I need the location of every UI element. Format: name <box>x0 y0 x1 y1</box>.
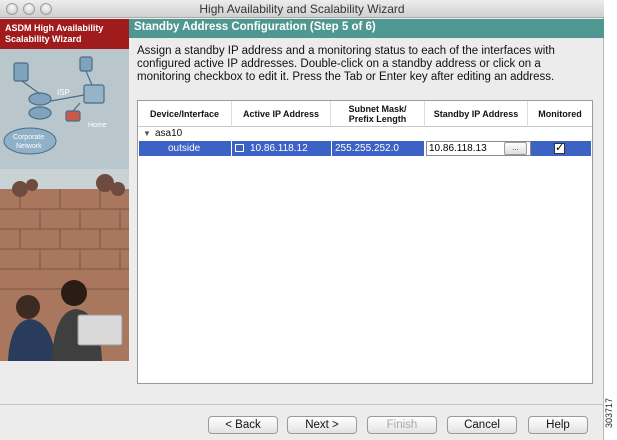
figure-id: 303717 <box>604 398 617 438</box>
interface-name[interactable]: outside <box>139 141 231 156</box>
figure-id-text: 303717 <box>604 398 614 429</box>
monitored-checkbox[interactable]: ✓ <box>554 143 565 154</box>
step-header: Standby Address Configuration (Step 5 of… <box>129 19 604 38</box>
expand-triangle-icon[interactable]: ▼ <box>143 129 151 138</box>
column-subnet-line2: Prefix Length <box>348 114 407 124</box>
standby-ip-edit-button[interactable]: ... <box>504 142 527 155</box>
active-ip-value: 10.86.118.12 <box>250 143 308 154</box>
table-header: Device/Interface Active IP Address Subne… <box>138 101 592 127</box>
finish-button[interactable]: Finish <box>367 416 437 434</box>
device-group-row[interactable]: ▼ asa10 <box>138 128 592 141</box>
sidebar-heading-line2: Scalability Wizard <box>5 34 82 44</box>
button-divider <box>0 404 604 405</box>
window-title: High Availability and Scalability Wizard <box>199 2 405 16</box>
interface-icon <box>235 144 244 152</box>
isp-label: ISP <box>57 88 70 97</box>
table-row[interactable]: outside 10.86.118.12 255.255.252.0 ... ✓ <box>139 141 591 156</box>
title-bar: High Availability and Scalability Wizard <box>0 0 604 18</box>
standby-address-table: Device/Interface Active IP Address Subne… <box>137 100 593 384</box>
subnet-mask-value[interactable]: 255.255.252.0 <box>332 141 424 156</box>
column-subnet-line1: Subnet Mask/ <box>348 104 407 114</box>
cancel-button[interactable]: Cancel <box>447 416 517 434</box>
column-active-ip[interactable]: Active IP Address <box>232 101 331 127</box>
wizard-sidebar: ASDM High Availability Scalability Wizar… <box>0 19 129 361</box>
column-subnet-mask[interactable]: Subnet Mask/ Prefix Length <box>331 101 425 127</box>
network-illustration: ISP Home Corporate Network <box>0 49 129 361</box>
sidebar-heading: ASDM High Availability Scalability Wizar… <box>0 19 129 49</box>
step-title: Standby Address Configuration (Step 5 of… <box>134 21 376 33</box>
corporate-network-cloud-icon: Corporate Network <box>3 127 57 155</box>
instructions-text: Assign a standby IP address and a monito… <box>137 45 555 83</box>
next-button[interactable]: Next > <box>287 416 357 434</box>
column-device-interface[interactable]: Device/Interface <box>138 101 232 127</box>
monitored-cell[interactable]: ✓ <box>531 141 591 156</box>
column-standby-ip[interactable]: Standby IP Address <box>425 101 528 127</box>
column-monitored[interactable]: Monitored <box>528 101 592 127</box>
back-button[interactable]: < Back <box>208 416 278 434</box>
corporate-label: Corporate <box>13 134 44 141</box>
home-label: Home <box>88 122 107 129</box>
sidebar-heading-line1: ASDM High Availability <box>5 23 104 33</box>
help-button[interactable]: Help <box>528 416 588 434</box>
network-label: Network <box>16 143 42 150</box>
active-ip-cell[interactable]: 10.86.118.12 <box>232 141 331 156</box>
wizard-window: High Availability and Scalability Wizard… <box>0 0 604 440</box>
device-name: asa10 <box>155 128 183 139</box>
